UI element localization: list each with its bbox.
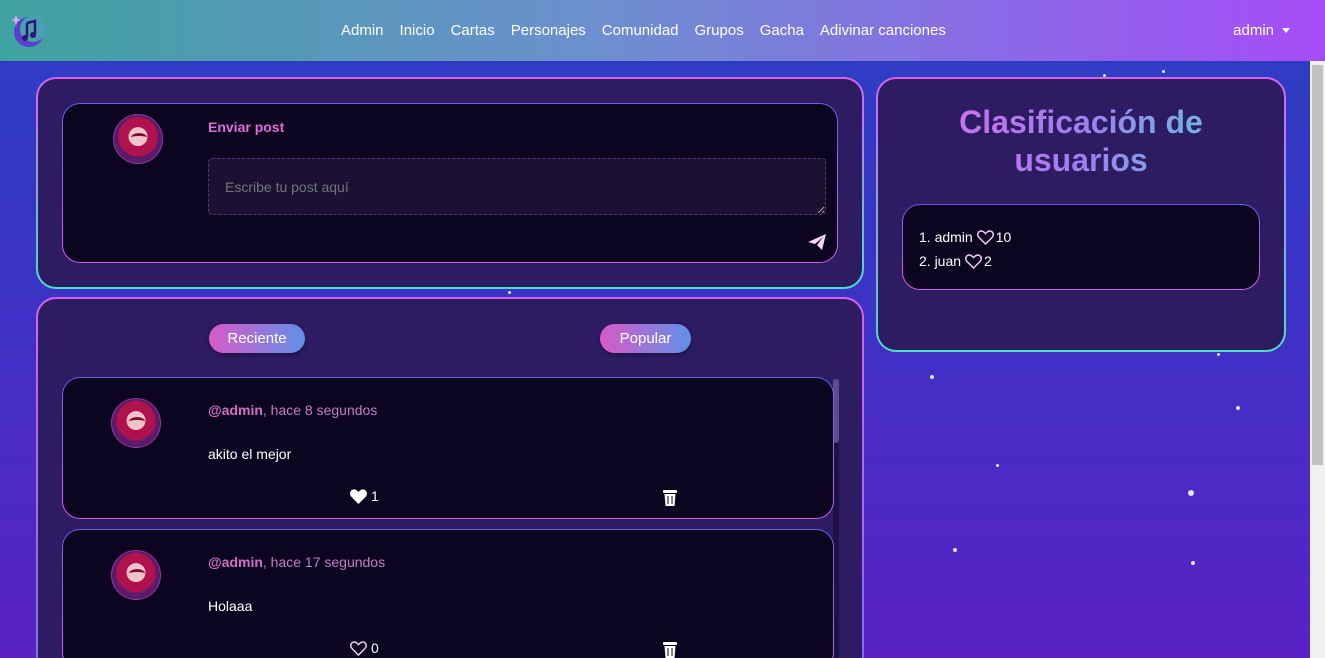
ranking-list: 1. admin 10 2. juan 2 [902, 204, 1260, 290]
nav-link-adivinar-canciones[interactable]: Adivinar canciones [812, 22, 954, 39]
ranking-panel: Clasificación de usuarios 1. admin 10 2.… [876, 77, 1286, 352]
nav-link-grupos[interactable]: Grupos [687, 22, 752, 39]
ranking-title-line2: usuarios [1014, 142, 1148, 178]
post-author[interactable]: @admin [208, 554, 263, 570]
user-menu[interactable]: admin [1233, 22, 1290, 39]
nav-link-cartas[interactable]: Cartas [443, 22, 503, 39]
logo-icon[interactable] [10, 13, 46, 49]
avatar [111, 398, 161, 448]
ranking-title: Clasificación de usuarios [878, 103, 1284, 179]
feed-panel: Reciente Popular @admin, hace 8 segundos… [36, 297, 864, 658]
nav-links: Admin Inicio Cartas Personajes Comunidad… [341, 0, 954, 61]
star [1162, 70, 1165, 73]
nav-link-gacha[interactable]: Gacha [752, 22, 812, 39]
nav-link-admin[interactable]: Admin [341, 22, 392, 39]
navbar: Admin Inicio Cartas Personajes Comunidad… [0, 0, 1325, 61]
post-time: , hace 8 segundos [262, 402, 378, 418]
nav-link-inicio[interactable]: Inicio [392, 22, 443, 39]
post-meta: @admin, hace 17 segundos [208, 554, 385, 570]
star [1191, 561, 1195, 565]
star [1188, 490, 1194, 496]
avatar [113, 114, 163, 164]
nav-link-comunidad[interactable]: Comunidad [594, 22, 687, 39]
ranking-title-line1: Clasificación de [959, 104, 1203, 140]
user-menu-label: admin [1233, 22, 1274, 39]
like-count: 0 [371, 640, 379, 656]
ranking-item: 2. juan 2 [919, 253, 992, 269]
trash-icon[interactable] [663, 489, 677, 506]
page-scrollbar[interactable] [1310, 61, 1325, 658]
star [930, 375, 934, 379]
tab-popular[interactable]: Popular [600, 324, 691, 353]
star [996, 464, 999, 467]
like-count: 1 [371, 488, 379, 504]
send-icon[interactable] [808, 234, 826, 250]
post-body: akito el mejor [208, 446, 292, 462]
page-scrollbar-thumb[interactable] [1312, 65, 1323, 465]
trash-icon[interactable] [663, 641, 677, 658]
heart-outline-icon [965, 253, 983, 269]
chevron-down-icon [1282, 28, 1290, 33]
heart-filled-icon [350, 488, 367, 504]
heart-outline-icon [350, 640, 367, 656]
ranking-user: 2. juan [919, 253, 962, 269]
composer-title: Enviar post [208, 119, 285, 135]
ranking-score: 2 [984, 253, 992, 269]
like-button[interactable]: 0 [350, 640, 379, 656]
star [953, 548, 957, 552]
post-meta: @admin, hace 8 segundos [208, 402, 377, 418]
composer-card: Enviar post [62, 103, 838, 263]
ranking-item: 1. admin 10 [919, 229, 1011, 245]
tab-recent[interactable]: Reciente [209, 324, 305, 353]
star [508, 291, 511, 294]
star [1217, 353, 1220, 356]
post-card: @admin, hace 8 segundos akito el mejor 1 [62, 377, 834, 519]
post-time: , hace 17 segundos [262, 554, 386, 570]
nav-link-personajes[interactable]: Personajes [503, 22, 594, 39]
post-input[interactable] [208, 158, 826, 215]
composer-panel: Enviar post [36, 77, 864, 289]
post-card: @admin, hace 17 segundos Holaaa 0 [62, 529, 834, 658]
ranking-user: 1. admin [919, 229, 973, 245]
ranking-score: 10 [995, 229, 1012, 245]
post-author[interactable]: @admin [208, 402, 263, 418]
like-button[interactable]: 1 [350, 488, 379, 504]
avatar [111, 550, 161, 600]
heart-outline-icon [976, 229, 994, 245]
post-body: Holaaa [208, 598, 253, 614]
star [1236, 406, 1240, 410]
